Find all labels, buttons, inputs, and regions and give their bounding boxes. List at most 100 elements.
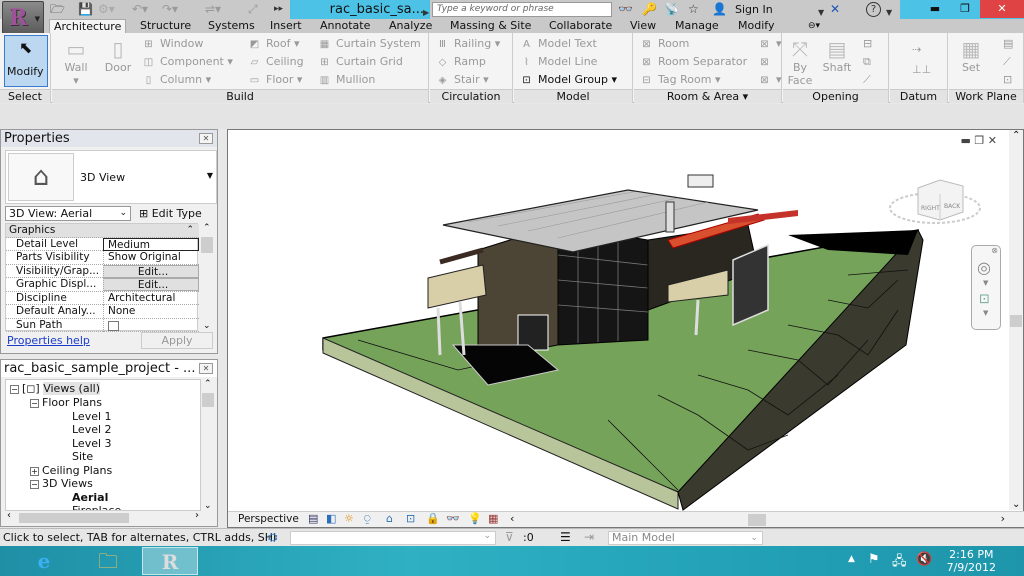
window-button[interactable]: ⊞ Window: [142, 37, 203, 52]
curtain-grid-button[interactable]: ⊞ Curtain Grid: [318, 55, 403, 70]
apply-button[interactable]: Apply: [141, 332, 213, 349]
chevron-down-icon[interactable]: ▼: [983, 309, 988, 317]
measure-icon[interactable]: ⇌▾: [205, 2, 221, 17]
minimize-icon[interactable]: ▬: [961, 134, 971, 147]
tree-node[interactable]: Level 3: [72, 437, 112, 450]
open-icon[interactable]: 🗁: [50, 2, 65, 17]
chevron-down-icon[interactable]: ▼: [886, 5, 892, 20]
view-hscrollbar-thumb[interactable]: [748, 514, 766, 526]
tab-structure[interactable]: Structure: [136, 19, 195, 33]
help-icon[interactable]: ?: [866, 2, 881, 17]
design-options-icon[interactable]: ⇥: [584, 530, 594, 544]
grid-icon[interactable]: ⊥⊥: [912, 63, 931, 77]
view-instance-dropdown[interactable]: 3D View: Aerial ⌄: [5, 206, 131, 221]
area-boundary-button[interactable]: ⊠: [758, 55, 776, 70]
aligned-dimension-icon[interactable]: ⤢: [248, 2, 258, 17]
close-icon[interactable]: ⊗: [991, 246, 998, 255]
tag-area-button[interactable]: ⊠ ▾: [758, 73, 781, 88]
wall-button[interactable]: ▭ Wall ▾: [58, 37, 94, 87]
by-face-button[interactable]: ⤧ By Face: [785, 37, 815, 87]
railing-button[interactable]: Ⅲ Railing ▾: [436, 37, 500, 52]
floor-button[interactable]: ▭ Floor ▾: [248, 73, 303, 88]
workset-dropdown[interactable]: ⌄: [290, 531, 496, 545]
sync-icon[interactable]: ⚙▾: [98, 2, 115, 17]
crop-view-icon[interactable]: ⊡: [406, 512, 415, 525]
tree-node-active[interactable]: Aerial: [72, 491, 108, 504]
visual-style-icon[interactable]: ◧: [326, 512, 336, 525]
properties-scrollbar[interactable]: ⌃ ⌄: [200, 223, 214, 331]
save-icon[interactable]: 💾: [78, 2, 93, 17]
tree-node[interactable]: − [◻] Views (all): [10, 382, 100, 395]
section-graphics[interactable]: Graphics ⌃: [6, 224, 199, 238]
internet-explorer-icon[interactable]: e: [16, 547, 72, 575]
wall-opening-icon[interactable]: ⊟: [863, 37, 872, 51]
render-icon[interactable]: ⌂: [386, 512, 393, 525]
ceiling-button[interactable]: ▱ Ceiling: [248, 55, 304, 70]
tab-massing-site[interactable]: Massing & Site: [446, 19, 535, 33]
zoom-region-icon[interactable]: ⊡: [979, 292, 990, 307]
close-icon[interactable]: ✕: [980, 0, 1024, 18]
restore-icon[interactable]: ❐: [952, 0, 978, 18]
close-icon[interactable]: ✕: [988, 134, 997, 147]
show-hidden-icons[interactable]: ▲: [848, 554, 855, 564]
key-icon[interactable]: 🔑: [642, 2, 657, 17]
lock-view-icon[interactable]: 🔒: [426, 512, 440, 525]
collapse-bar-icon[interactable]: ‹: [510, 512, 514, 525]
close-icon[interactable]: ✕: [199, 363, 213, 374]
design-option-dropdown[interactable]: Main Model ⌄: [608, 531, 763, 545]
reveal-hidden-icon[interactable]: 💡: [468, 512, 482, 525]
tab-analyze[interactable]: Analyze: [385, 19, 436, 33]
tab-insert[interactable]: Insert: [266, 19, 306, 33]
minimize-icon[interactable]: ▬: [922, 0, 948, 18]
user-icon[interactable]: 👤: [712, 2, 727, 17]
ref-plane-icon[interactable]: ⟋: [1003, 55, 1011, 69]
favorites-star-icon[interactable]: ☆: [688, 2, 699, 17]
application-menu-button[interactable]: R ▼: [2, 1, 44, 35]
tab-view[interactable]: View: [626, 19, 660, 33]
edit-type-button[interactable]: ⊞ Edit Type: [139, 206, 202, 221]
steering-wheel-icon[interactable]: ◎: [977, 258, 991, 277]
chevron-down-icon[interactable]: ▼: [818, 5, 824, 20]
scroll-right-icon[interactable]: ›: [1001, 512, 1005, 525]
properties-help-link[interactable]: Properties help: [7, 334, 90, 347]
undo-icon[interactable]: ↶▾: [132, 2, 148, 17]
revit-taskbar-icon[interactable]: R: [142, 547, 198, 575]
room-button[interactable]: ⊠ Room: [640, 37, 689, 52]
viewer-icon[interactable]: ⊡: [1003, 73, 1012, 87]
file-explorer-icon[interactable]: 🗀: [80, 547, 136, 575]
stair-button[interactable]: ◈ Stair ▾: [436, 73, 489, 88]
panel-label-room-area[interactable]: Room & Area ▾: [634, 89, 781, 103]
search-input[interactable]: Type a keyword or phrase: [432, 2, 612, 17]
volume-muted-icon[interactable]: 🔇: [916, 552, 932, 567]
hide-isolate-icon[interactable]: 👓: [446, 512, 460, 525]
tree-node[interactable]: Fireplace: [72, 504, 121, 510]
door-button[interactable]: ▯ Door: [100, 37, 136, 74]
type-selector[interactable]: ⌂ 3D View ▼: [5, 150, 217, 204]
component-button[interactable]: ◫ Component ▾: [142, 55, 233, 70]
shadows-icon[interactable]: ⍜: [364, 512, 371, 526]
tab-architecture[interactable]: Architecture: [49, 19, 127, 33]
column-button[interactable]: ▯ Column ▾: [142, 73, 211, 88]
model-group-button[interactable]: ⊡ Model Group ▾: [520, 73, 617, 88]
model-line-button[interactable]: ⌇ Model Line: [520, 55, 597, 70]
filter-icon[interactable]: ⊽: [505, 530, 514, 544]
worksets-icon[interactable]: ⛭: [268, 530, 278, 545]
tree-node[interactable]: −3D Views: [30, 477, 93, 490]
tab-annotate[interactable]: Annotate: [316, 19, 374, 33]
detail-level-icon[interactable]: ▤: [308, 512, 318, 525]
sun-path-icon[interactable]: ☼: [344, 512, 354, 525]
show-work-plane-icon[interactable]: ▤: [1003, 37, 1013, 51]
roof-button[interactable]: ◩ Roof ▾: [248, 37, 300, 52]
binoculars-icon[interactable]: 👓: [618, 2, 633, 17]
tree-node[interactable]: Level 1: [72, 410, 112, 423]
set-button[interactable]: ▦ Set: [953, 37, 989, 74]
3d-view-canvas[interactable]: RIGHT BACK ▬ ❐ ✕ ⌃ ⌄ ⊗ ◎ ▼ ⊡ ▼ Perspecti…: [227, 129, 1024, 528]
analytical-model-icon[interactable]: ▦: [488, 512, 498, 525]
tab-collaborate[interactable]: Collaborate: [545, 19, 616, 33]
exchange-apps-icon[interactable]: ✕: [830, 2, 840, 17]
view-vscrollbar[interactable]: ⌃ ⌄: [1009, 130, 1023, 510]
level-icon[interactable]: ⇢: [912, 43, 921, 57]
edit-button[interactable]: Edit...: [103, 278, 199, 291]
tree-node[interactable]: − Floor Plans: [30, 396, 102, 409]
editing-requests-icon[interactable]: ☰: [560, 530, 571, 544]
